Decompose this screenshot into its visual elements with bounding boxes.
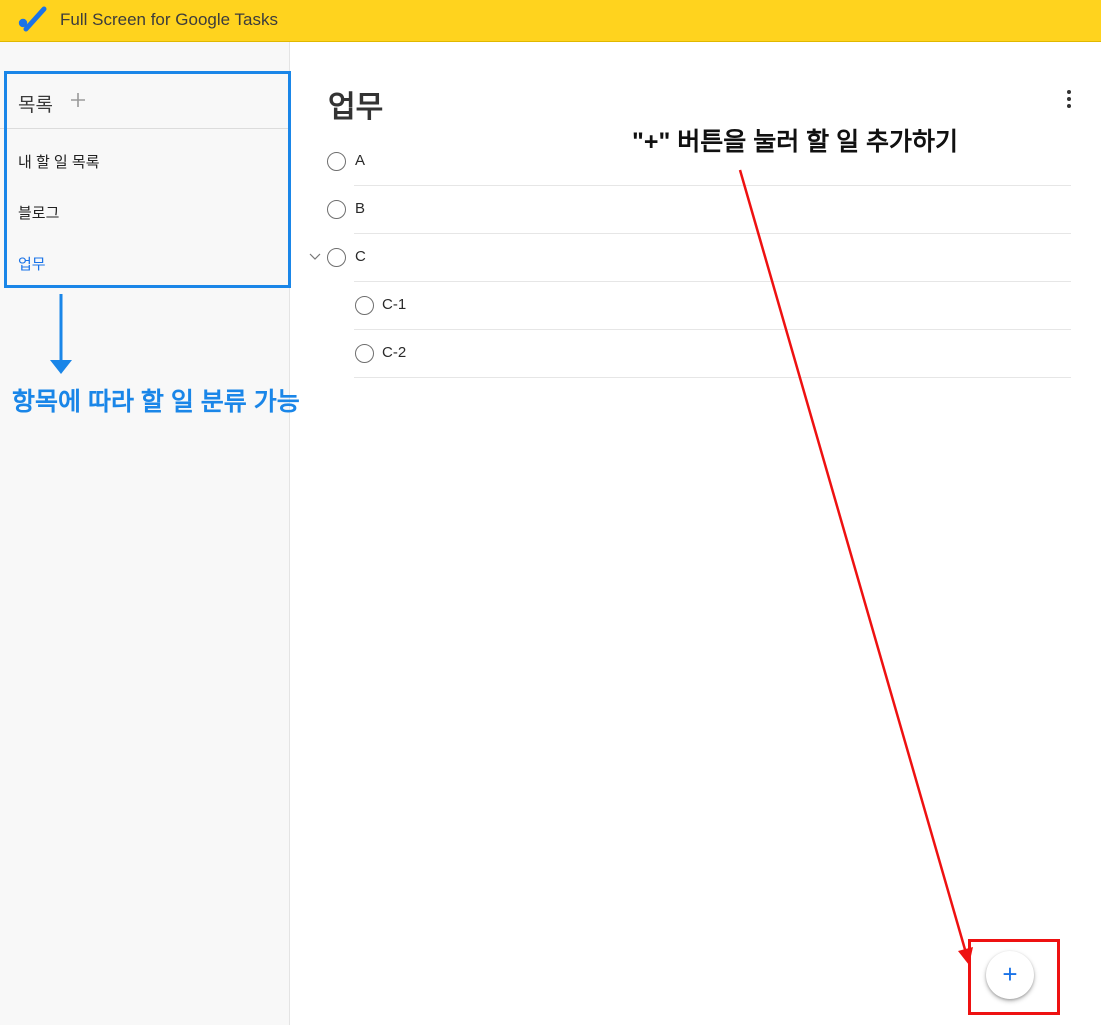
sidebar-annotation: 항목에 따라 할 일 분류 가능 <box>12 388 300 416</box>
sidebar-item-blog[interactable]: 블로그 <box>18 202 59 223</box>
task-title[interactable]: C-1 <box>382 296 406 313</box>
task-checkbox[interactable] <box>327 200 346 219</box>
sidebar-title: 목록 <box>18 95 53 116</box>
add-task-button[interactable]: + <box>986 951 1034 999</box>
app-title: Full Screen for Google Tasks <box>60 10 278 29</box>
task-checkbox[interactable] <box>355 296 374 315</box>
app-header: Full Screen for Google Tasks <box>0 0 1101 42</box>
task-title[interactable]: B <box>355 200 365 217</box>
chevron-down-icon[interactable] <box>309 251 321 263</box>
fab-annotation: "+" 버튼을 눌러 할 일 추가하기 <box>632 128 959 156</box>
sidebar: 목록 내 할 일 목록 블로그 업무 <box>0 42 290 1025</box>
plus-icon: + <box>1002 959 1018 989</box>
plus-icon[interactable] <box>68 90 88 110</box>
sidebar-item-work[interactable]: 업무 <box>18 253 46 274</box>
checkmark-logo-icon <box>18 6 47 32</box>
task-title[interactable]: C-2 <box>382 344 406 361</box>
task-row[interactable] <box>354 234 1071 282</box>
list-title: 업무 <box>328 91 384 124</box>
task-checkbox[interactable] <box>327 152 346 171</box>
red-arrow-head <box>958 947 973 965</box>
task-title[interactable]: A <box>355 152 365 169</box>
task-row[interactable] <box>354 186 1071 234</box>
subtask-row[interactable] <box>354 282 1071 330</box>
more-vertical-icon[interactable] <box>1060 88 1078 110</box>
task-checkbox[interactable] <box>355 344 374 363</box>
task-title[interactable]: C <box>355 248 366 265</box>
task-checkbox[interactable] <box>327 248 346 267</box>
subtask-row[interactable] <box>354 330 1071 378</box>
sidebar-item-my-tasks[interactable]: 내 할 일 목록 <box>18 151 100 172</box>
